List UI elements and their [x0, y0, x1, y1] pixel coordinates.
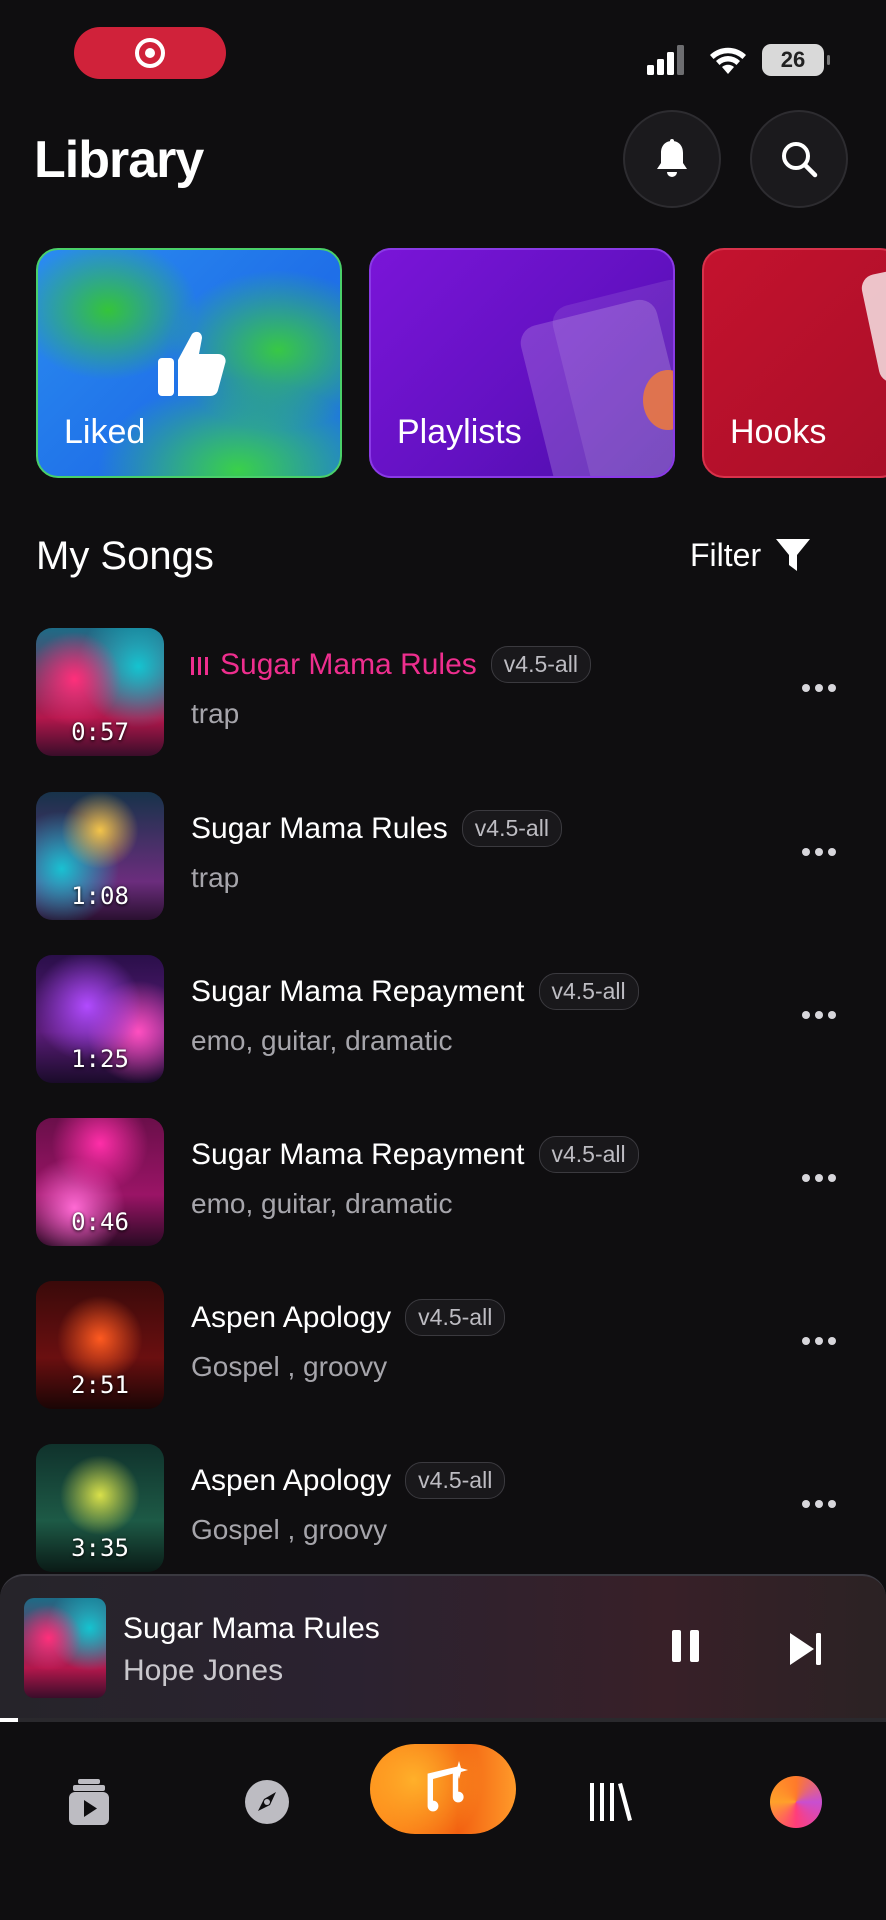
compass-icon [245, 1780, 289, 1824]
song-title: Sugar Mama Repayment [191, 974, 525, 1008]
song-genre: trap [191, 698, 240, 729]
filter-button[interactable]: Filter [690, 530, 811, 580]
library-icon [590, 1783, 632, 1821]
song-genre: emo, guitar, dramatic [191, 1025, 453, 1056]
now-playing-icon [191, 655, 208, 675]
more-options-button[interactable] [802, 842, 842, 862]
song-genre: Gospel , groovy [191, 1351, 388, 1382]
wifi-icon [710, 47, 746, 74]
song-title-row: Aspen Apology v4.5-all [191, 1462, 506, 1499]
song-title-row: Sugar Mama Repayment v4.5-all [191, 973, 639, 1010]
song-duration: 0:57 [71, 718, 129, 746]
song-duration: 3:35 [71, 1534, 129, 1562]
screen-recording-indicator[interactable] [74, 27, 226, 79]
skip-next-icon[interactable] [786, 1630, 826, 1668]
song-row[interactable]: 0:46 Sugar Mama Repayment v4.5-all emo, … [0, 1118, 886, 1248]
song-artwork[interactable]: 1:08 [36, 792, 164, 920]
version-badge: v4.5-all [461, 810, 562, 847]
song-title: Aspen Apology [191, 1300, 392, 1334]
playlists-card[interactable]: Playlists [369, 248, 675, 478]
song-title-row: Sugar Mama Rules v4.5-all [191, 810, 562, 847]
song-artwork[interactable]: 1:25 [36, 955, 164, 1083]
section-title: My Songs [36, 534, 214, 578]
song-row[interactable]: 1:08 Sugar Mama Rules v4.5-all trap [0, 792, 886, 922]
song-artwork[interactable]: 0:57 [36, 628, 164, 756]
version-badge: v4.5-all [405, 1299, 506, 1336]
song-genre: emo, guitar, dramatic [191, 1188, 453, 1219]
version-badge: v4.5-all [538, 1136, 639, 1173]
pause-button[interactable] [667, 1630, 703, 1668]
status-bar: 26 [0, 0, 886, 110]
song-row[interactable]: 3:35 Aspen Apology v4.5-all Gospel , gro… [0, 1444, 886, 1574]
song-row[interactable]: 1:25 Sugar Mama Repayment v4.5-all emo, … [0, 955, 886, 1085]
song-duration: 1:08 [71, 882, 129, 910]
card-label: Playlists [397, 413, 522, 451]
version-badge: v4.5-all [490, 646, 591, 683]
song-duration: 1:25 [71, 1045, 129, 1073]
song-duration: 2:51 [71, 1371, 129, 1399]
card-label: Liked [64, 413, 146, 451]
more-options-button[interactable] [802, 1494, 842, 1514]
more-options-button[interactable] [802, 678, 842, 698]
song-title: Aspen Apology [191, 1463, 392, 1497]
tab-explore[interactable] [227, 1762, 307, 1842]
song-title: Sugar Mama Repayment [191, 1137, 525, 1171]
tab-home[interactable] [49, 1762, 129, 1842]
home-indicator [330, 1898, 556, 1904]
song-title: Sugar Mama Rules [220, 647, 477, 681]
now-playing-title: Sugar Mama Rules [123, 1612, 380, 1645]
mini-player[interactable]: Sugar Mama Rules Hope Jones [0, 1574, 886, 1722]
song-title-row: Aspen Apology v4.5-all [191, 1299, 506, 1336]
funnel-icon [776, 539, 811, 571]
tab-profile[interactable] [756, 1762, 836, 1842]
search-button[interactable] [750, 110, 848, 208]
song-title-row: Sugar Mama Repayment v4.5-all [191, 1136, 639, 1173]
song-title: Sugar Mama Rules [191, 811, 448, 845]
hooks-card[interactable]: Hooks [702, 248, 886, 478]
song-genre: trap [191, 862, 240, 893]
create-music-icon [427, 1761, 468, 1812]
liked-card[interactable]: Liked [36, 248, 342, 478]
more-options-button[interactable] [802, 1168, 842, 1188]
card-label: Hooks [730, 413, 827, 451]
song-row[interactable]: 2:51 Aspen Apology v4.5-all Gospel , gro… [0, 1281, 886, 1411]
more-options-button[interactable] [802, 1005, 842, 1025]
profile-avatar [770, 1776, 822, 1828]
more-options-button[interactable] [802, 1331, 842, 1351]
song-row[interactable]: 0:57 Sugar Mama Rules v4.5-all trap [0, 628, 886, 758]
tab-create[interactable] [370, 1744, 516, 1834]
search-icon [782, 142, 818, 178]
notifications-button[interactable] [623, 110, 721, 208]
phone-art [859, 264, 886, 386]
library-categories: Liked Playlists Hooks [0, 248, 886, 480]
now-playing-artwork [24, 1598, 106, 1698]
song-artwork[interactable]: 3:35 [36, 1444, 164, 1572]
version-badge: v4.5-all [538, 973, 639, 1010]
song-genre: Gospel , groovy [191, 1514, 388, 1545]
battery-indicator: 26 [762, 44, 830, 76]
page-title: Library [34, 131, 204, 189]
song-title-row: Sugar Mama Rules v4.5-all [191, 646, 591, 683]
tab-library[interactable] [571, 1762, 651, 1842]
song-artwork[interactable]: 0:46 [36, 1118, 164, 1246]
song-duration: 0:46 [71, 1208, 129, 1236]
filter-label: Filter [690, 536, 762, 573]
now-playing-artist: Hope Jones [123, 1654, 284, 1687]
bottom-tab-bar [0, 1722, 886, 1920]
cellular-signal-icon [647, 45, 684, 75]
bell-icon [657, 139, 687, 177]
record-icon [135, 38, 165, 68]
thumbs-up-icon [158, 331, 226, 396]
song-artwork[interactable]: 2:51 [36, 1281, 164, 1409]
play-stack-icon [69, 1779, 109, 1825]
version-badge: v4.5-all [405, 1462, 506, 1499]
